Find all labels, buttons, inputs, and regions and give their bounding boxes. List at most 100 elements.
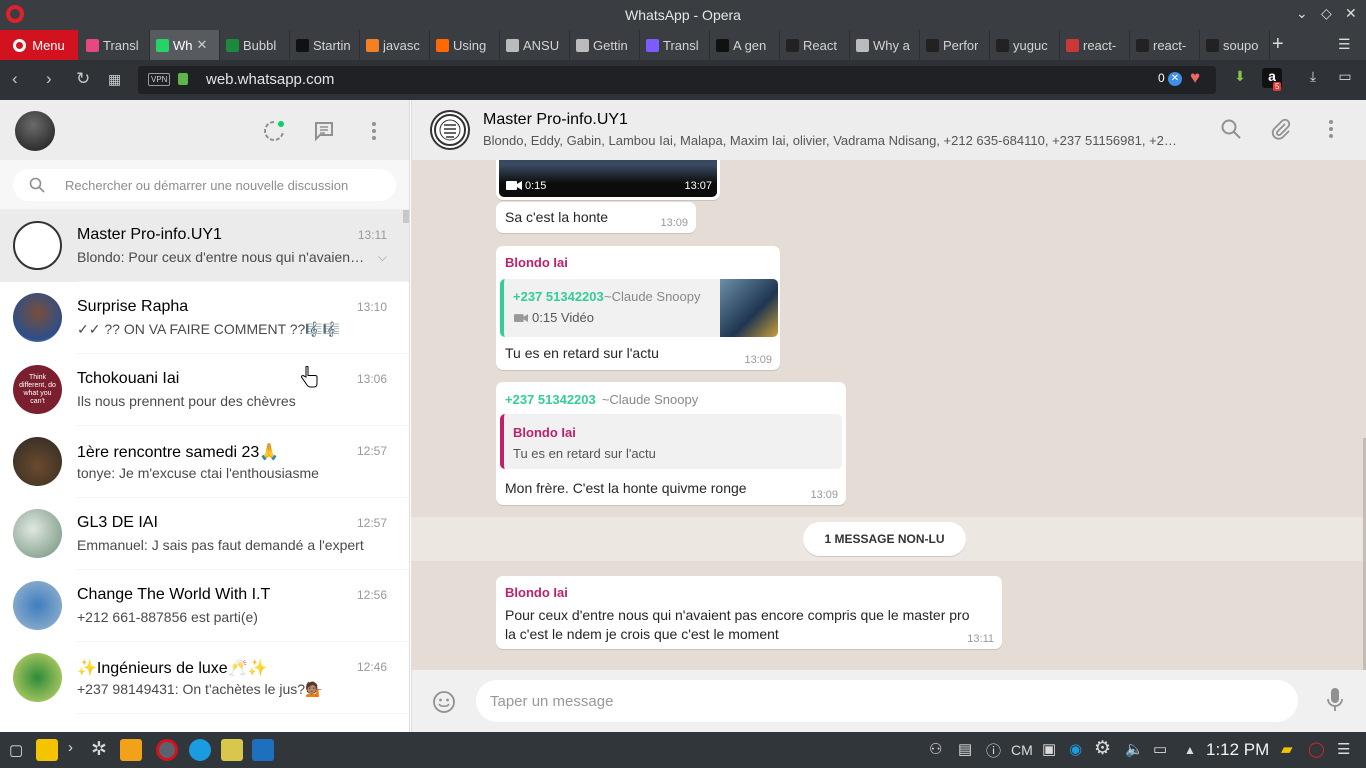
chat-list-item[interactable]: Surprise Rapha 13:10 ✓✓ ?? ON VA FAIRE COM…	[0, 282, 409, 354]
browser-tab[interactable]: ANSU	[500, 30, 570, 60]
chat-list-item[interactable]: ✨Ingénieurs de luxe🥂✨ 12:46 +237 98149431:…	[0, 642, 409, 714]
skype-tray-icon[interactable]: ◉	[1069, 740, 1082, 758]
chat-avatar[interactable]: Think different, do what you can't	[13, 365, 62, 414]
browser-tab[interactable]: yuguc	[990, 30, 1060, 60]
search-input[interactable]	[65, 169, 385, 201]
clipboard-icon[interactable]: ▤	[958, 740, 972, 758]
opera-menu-button[interactable]: Menu	[0, 30, 78, 60]
forward-icon[interactable]: ›	[46, 69, 52, 89]
browser-tab[interactable]: Using	[430, 30, 500, 60]
download-manager-icon[interactable]: ⬇	[1230, 68, 1250, 88]
ad-block-icon[interactable]: ✕	[1168, 72, 1182, 86]
search-box[interactable]	[13, 169, 396, 201]
opera-tray-icon[interactable]: ◯	[1308, 740, 1325, 758]
storage-icon[interactable]: ▣	[1042, 740, 1056, 758]
close-icon[interactable]: ✕	[1345, 5, 1357, 22]
message-sender[interactable]: +237 51342203	[505, 392, 596, 407]
clock[interactable]: 1:12 PM	[1206, 740, 1269, 760]
microphone-icon[interactable]	[1325, 687, 1345, 713]
search-messages-icon[interactable]	[1220, 118, 1242, 140]
downloads-icon[interactable]: ⤓	[1303, 68, 1323, 88]
settings-gear-icon[interactable]: ⚙	[1094, 737, 1111, 760]
tray-expand-icon[interactable]: ▲	[1184, 743, 1196, 757]
package-icon[interactable]	[120, 739, 142, 761]
my-avatar[interactable]	[15, 111, 55, 151]
back-icon[interactable]: ‹	[12, 69, 18, 89]
browser-tab[interactable]: javasc	[360, 30, 430, 60]
message-sender[interactable]: Blondo Iai	[505, 255, 568, 270]
message-bubble[interactable]: +237 51342203 ~Claude Snoopy Blondo Iai T…	[496, 382, 846, 505]
opera-taskbar-icon[interactable]	[156, 739, 178, 761]
browser-tab[interactable]: soupo	[1200, 30, 1270, 60]
chat-list-item[interactable]: Think different, do what you can't Tchoko…	[0, 354, 409, 426]
chat-list-item[interactable]: 1ère rencontre samedi 23🙏 12:57 tonye: Je …	[0, 426, 409, 498]
kde-icon[interactable]: ✲	[91, 738, 107, 761]
lock-icon[interactable]	[178, 73, 188, 85]
browser-tab[interactable]: A gen	[710, 30, 780, 60]
chat-list-scrollbar[interactable]	[403, 210, 409, 223]
group-avatar[interactable]	[430, 110, 470, 150]
message-sender[interactable]: Blondo Iai	[505, 585, 568, 600]
network-icon[interactable]: ▭	[1153, 740, 1167, 758]
browser-tab[interactable]: React	[780, 30, 850, 60]
message-bubble[interactable]: Blondo Iai +237 51342203 ~Claude Snoopy …	[496, 246, 780, 370]
vscode-taskbar-icon[interactable]	[252, 739, 274, 761]
users-icon[interactable]: ⚇	[929, 740, 942, 758]
skype-taskbar-icon[interactable]	[189, 739, 211, 761]
editor-taskbar-icon[interactable]	[221, 739, 243, 761]
new-chat-icon[interactable]	[312, 119, 336, 143]
message-bubble[interactable]: Blondo Iai Pour ceux d'entre nous qui n'…	[496, 576, 1002, 649]
browser-tab[interactable]: Startin	[290, 30, 360, 60]
reload-icon[interactable]: ↻	[76, 69, 90, 89]
expand-arrow-icon[interactable]: ›	[68, 739, 73, 756]
quoted-message[interactable]: Blondo Iai Tu es en retard sur l'actu	[500, 414, 842, 469]
browser-tab[interactable]: react-	[1060, 30, 1130, 60]
bookmark-heart-icon[interactable]: ♥	[1190, 68, 1200, 88]
chat-avatar[interactable]	[13, 221, 62, 270]
browser-tab[interactable]: Wh ✕	[150, 30, 220, 60]
new-tab-icon[interactable]: +	[1272, 33, 1284, 56]
conversation-header[interactable]: Master Pro-info.UY1 Blondo, Eddy, Gabin,…	[411, 100, 1366, 160]
info-icon[interactable]: ⓘ	[986, 740, 1001, 761]
url-field[interactable]: VPN web.whatsapp.com 0 ✕ ♥	[138, 66, 1216, 94]
maximize-icon[interactable]: ◇	[1321, 5, 1332, 22]
chat-avatar[interactable]	[13, 581, 62, 630]
chat-avatar[interactable]	[13, 653, 62, 702]
browser-tab[interactable]: react-	[1130, 30, 1200, 60]
close-tab-icon[interactable]: ✕	[197, 37, 208, 53]
taskbar-menu-icon[interactable]: ☰	[1337, 740, 1350, 758]
vpn-badge[interactable]: VPN	[148, 73, 171, 86]
message-input[interactable]	[476, 680, 1298, 722]
tab-menu-icon[interactable]: ☰	[1338, 36, 1351, 53]
battery-saver-icon[interactable]: ▭	[1335, 68, 1355, 88]
volume-icon[interactable]: 🔈	[1125, 740, 1144, 758]
emoji-icon[interactable]	[432, 690, 456, 714]
minimize-icon[interactable]: ⌄	[1296, 5, 1308, 22]
chat-avatar[interactable]	[13, 509, 62, 558]
folder-tray-icon[interactable]: ▰	[1281, 740, 1293, 758]
browser-tab[interactable]: Why a	[850, 30, 920, 60]
message-bubble[interactable]: Sa c'est la honte 13:09	[496, 202, 696, 233]
browser-tab[interactable]: Transl	[80, 30, 150, 60]
chat-list-item[interactable]: GL3 DE IAI 12:57 Emmanuel: J sais pas faut…	[0, 498, 409, 570]
video-message[interactable]: 0:15 13:07	[496, 160, 720, 200]
browser-tab[interactable]: Gettin	[570, 30, 640, 60]
conversation-menu-icon[interactable]	[1320, 118, 1342, 140]
sidebar-menu-icon[interactable]	[362, 119, 386, 143]
speed-dial-icon[interactable]: ▦	[108, 71, 121, 88]
chat-list-item[interactable]: Change The World With I.T 12:56 +212 661-8…	[0, 570, 409, 642]
chat-list-item[interactable]: Master Pro-info.UY1 13:11 Blondo: Pour ceu…	[0, 210, 409, 282]
browser-tab[interactable]: Perfor	[920, 30, 990, 60]
file-manager-icon[interactable]	[36, 739, 58, 761]
chat-avatar[interactable]	[13, 293, 62, 342]
chat-avatar[interactable]	[13, 437, 62, 486]
show-desktop-icon[interactable]: ▢	[9, 741, 23, 759]
keyboard-layout[interactable]: CM	[1011, 742, 1033, 758]
browser-tab[interactable]: Bubbl	[220, 30, 290, 60]
url-text[interactable]: web.whatsapp.com	[206, 71, 334, 88]
status-icon[interactable]	[262, 119, 286, 143]
attach-icon[interactable]	[1270, 118, 1292, 140]
browser-tab[interactable]: Transl	[640, 30, 710, 60]
quoted-message[interactable]: +237 51342203 ~Claude Snoopy 0:15 Vidéo	[500, 279, 778, 337]
chevron-down-icon[interactable]: ⌵	[378, 250, 387, 265]
